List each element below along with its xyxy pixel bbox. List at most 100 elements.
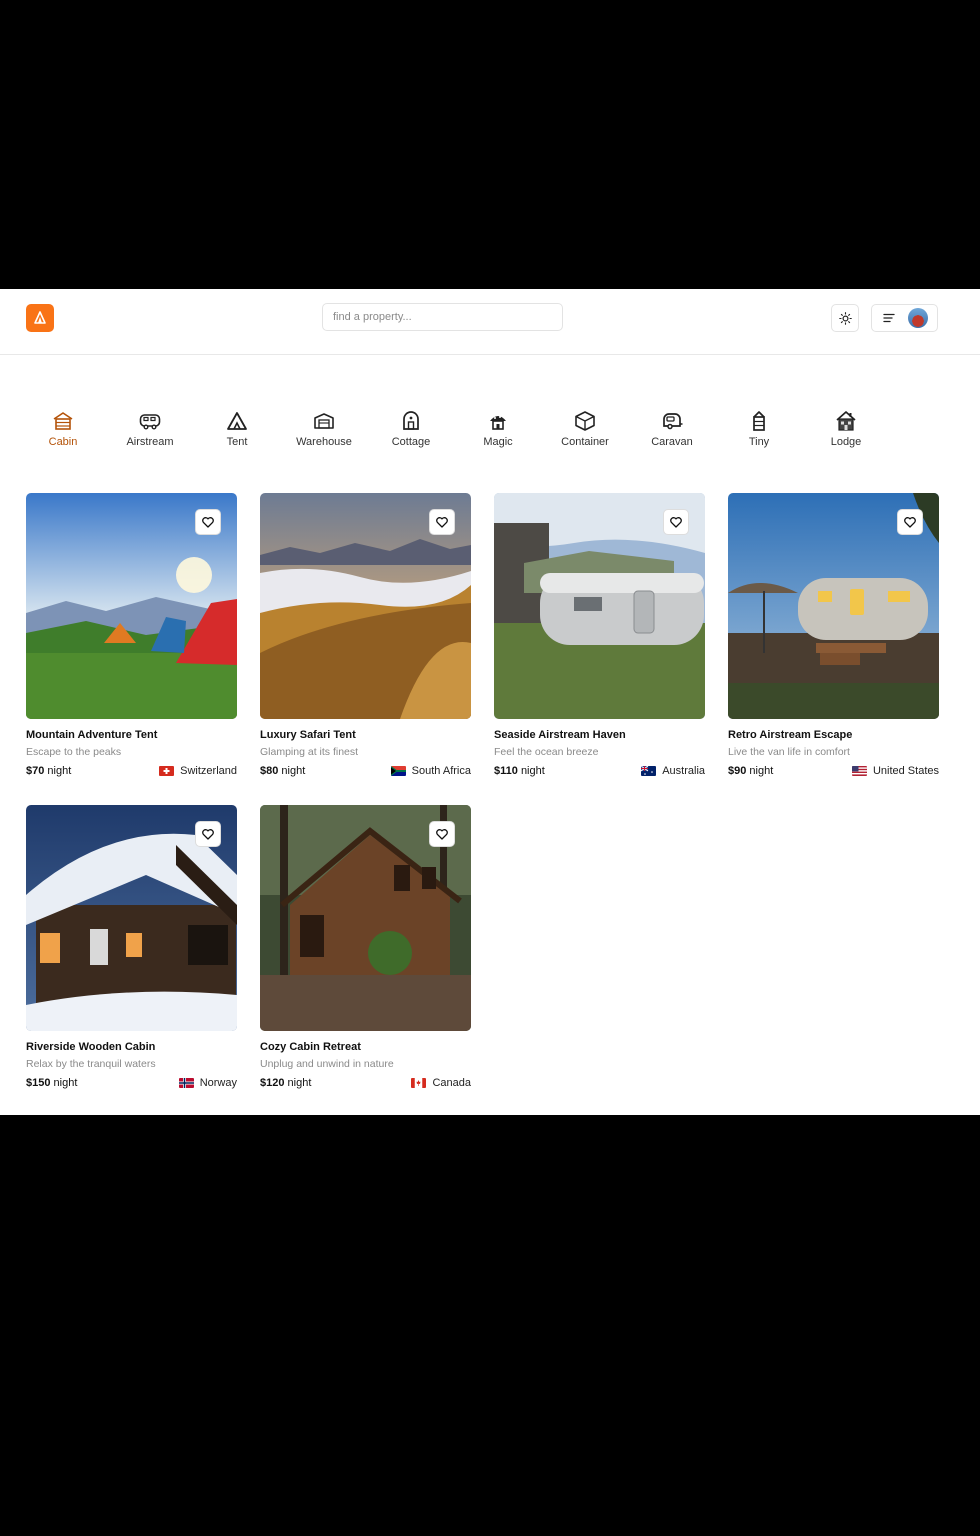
property-country: Canada (411, 1077, 471, 1089)
property-price: $120 night (260, 1077, 311, 1089)
property-country: South Africa (390, 765, 471, 777)
property-title: Seaside Airstream Haven (494, 729, 626, 741)
category-container[interactable]: Container (542, 409, 628, 448)
property-card[interactable]: Mountain Adventure Tent Escape to the pe… (26, 493, 237, 777)
warehouse-icon (314, 413, 334, 429)
property-price: $150 night (26, 1077, 77, 1089)
category-label: Caravan (651, 436, 693, 448)
flag-australia-icon (641, 766, 657, 776)
price-value: $120 (260, 1077, 285, 1089)
lodge-icon (836, 411, 856, 431)
property-title: Luxury Safari Tent (260, 729, 356, 741)
page: Cabin Airstream Tent Warehouse Cottage M… (0, 289, 980, 1115)
heart-icon (202, 828, 214, 840)
magic-icon (490, 416, 506, 430)
flag-south-africa-icon (390, 766, 406, 776)
price-unit: night (287, 1077, 312, 1089)
property-photo-retro-airstream (728, 493, 939, 719)
flag-united-states-icon (851, 766, 867, 776)
property-card[interactable]: Cozy Cabin Retreat Unplug and unwind in … (260, 805, 471, 1089)
property-title: Mountain Adventure Tent (26, 729, 158, 741)
property-meta: $120 night Canada (260, 1077, 471, 1089)
country-name: Canada (432, 1077, 471, 1089)
category-tent[interactable]: Tent (194, 409, 280, 448)
favorite-button[interactable] (663, 509, 689, 535)
property-country: United States (851, 765, 939, 777)
property-price: $70 night (26, 765, 71, 777)
property-price: $90 night (728, 765, 773, 777)
heart-icon (202, 516, 214, 528)
property-card[interactable]: Luxury Safari Tent Glamping at its fines… (260, 493, 471, 777)
category-label: Lodge (830, 436, 862, 448)
property-country: Australia (641, 765, 705, 777)
category-warehouse[interactable]: Warehouse (281, 409, 367, 448)
tiny-house-icon (753, 411, 765, 431)
price-value: $80 (260, 765, 279, 777)
favorite-button[interactable] (429, 509, 455, 535)
property-card[interactable]: Retro Airstream Escape Live the van life… (728, 493, 939, 777)
cabin-icon (53, 412, 73, 430)
home-logo-button[interactable] (26, 304, 54, 332)
sun-icon (838, 311, 852, 325)
property-country: Switzerland (159, 765, 237, 777)
price-value: $150 (26, 1077, 51, 1089)
property-tagline: Feel the ocean breeze (494, 746, 599, 758)
country-name: Australia (662, 765, 705, 777)
country-name: Norway (199, 1077, 237, 1089)
property-card[interactable]: Seaside Airstream Haven Feel the ocean b… (494, 493, 705, 777)
category-bar: Cabin Airstream Tent Warehouse Cottage M… (20, 409, 920, 459)
property-photo-silver-airstream (494, 493, 705, 719)
price-value: $110 (494, 765, 518, 777)
category-caravan[interactable]: Caravan (629, 409, 715, 448)
favorite-button[interactable] (897, 509, 923, 535)
property-meta: $80 night South Africa (260, 765, 471, 777)
property-tagline: Unplug and unwind in nature (260, 1058, 394, 1070)
price-unit: night (53, 1077, 78, 1089)
property-price: $110 night (494, 765, 545, 777)
flag-canada-icon (411, 1078, 427, 1088)
cottage-icon (403, 411, 419, 430)
avatar (908, 308, 928, 328)
user-menu-button[interactable] (871, 304, 938, 332)
menu-icon (883, 313, 895, 323)
heart-icon (436, 516, 448, 528)
campfire-logo-icon (34, 311, 46, 324)
property-title: Retro Airstream Escape (728, 729, 853, 741)
property-meta: $70 night Switzerland (26, 765, 237, 777)
country-name: Switzerland (180, 765, 237, 777)
navbar (0, 289, 980, 355)
property-photo-mountain-tents (26, 493, 237, 719)
category-label: Tiny (748, 436, 770, 448)
favorite-button[interactable] (195, 821, 221, 847)
property-tagline: Glamping at its finest (260, 746, 359, 758)
property-tagline: Live the van life in comfort (728, 746, 850, 758)
theme-toggle-button[interactable] (831, 304, 859, 332)
category-label: Airstream (126, 436, 174, 448)
category-label: Tent (226, 436, 248, 448)
property-meta: $150 night Norway (26, 1077, 237, 1089)
container-icon (575, 411, 595, 431)
property-meta: $90 night United States (728, 765, 939, 777)
flag-switzerland-icon (159, 766, 175, 776)
category-tiny[interactable]: Tiny (716, 409, 802, 448)
category-airstream[interactable]: Airstream (107, 409, 193, 448)
property-card[interactable]: Riverside Wooden Cabin Relax by the tran… (26, 805, 237, 1089)
price-value: $70 (26, 765, 45, 777)
property-country: Norway (178, 1077, 237, 1089)
category-cabin[interactable]: Cabin (20, 409, 106, 448)
airstream-icon (139, 414, 161, 430)
category-magic[interactable]: Magic (455, 409, 541, 448)
category-lodge[interactable]: Lodge (803, 409, 889, 448)
property-meta: $110 night Australia (494, 765, 705, 777)
price-unit: night (281, 765, 306, 777)
favorite-button[interactable] (195, 509, 221, 535)
property-title: Riverside Wooden Cabin (26, 1041, 156, 1053)
category-label: Cabin (48, 436, 78, 448)
search-input[interactable] (322, 303, 563, 331)
price-unit: night (520, 765, 545, 777)
price-value: $90 (728, 765, 747, 777)
favorite-button[interactable] (429, 821, 455, 847)
category-label: Container (561, 436, 609, 448)
heart-icon (436, 828, 448, 840)
category-cottage[interactable]: Cottage (368, 409, 454, 448)
